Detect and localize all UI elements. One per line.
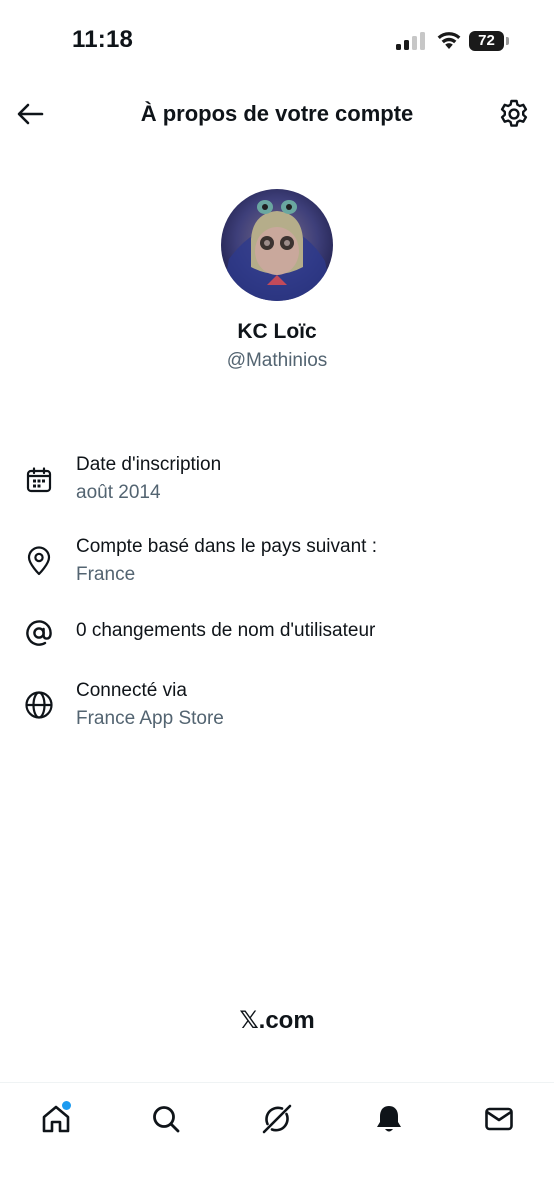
connected-value: France App Store <box>76 708 224 729</box>
location-pin-icon <box>24 546 54 576</box>
messages-icon <box>485 1107 513 1131</box>
wifi-icon <box>437 32 461 49</box>
nav-grok[interactable] <box>257 1099 297 1139</box>
page-header: À propos de votre compte <box>0 88 554 144</box>
info-row-username-changes: 0 changements de nom d'utilisateur <box>0 614 554 654</box>
avatar-image <box>221 189 333 301</box>
nav-messages[interactable] <box>479 1099 519 1139</box>
home-notification-dot <box>62 1101 71 1110</box>
connected-label: Connecté via <box>76 680 187 701</box>
search-icon <box>153 1106 180 1133</box>
settings-button[interactable] <box>496 96 532 132</box>
gear-icon <box>500 99 528 127</box>
info-row-connected: Connecté via France App Store <box>0 676 554 736</box>
country-value: France <box>76 564 136 585</box>
cellular-signal-icon <box>396 32 425 50</box>
display-name: KC Loïc <box>237 320 317 343</box>
page-title: À propos de votre compte <box>140 101 414 126</box>
info-row-joined: Date d'inscription août 2014 <box>0 450 554 510</box>
grok-icon <box>262 1104 292 1134</box>
x-com-link[interactable]: 𝕏.com <box>0 1006 554 1035</box>
bottom-nav <box>0 1082 554 1200</box>
battery-level: 72 <box>478 32 495 49</box>
joined-label: Date d'inscription <box>76 454 222 475</box>
notifications-icon <box>377 1106 401 1132</box>
joined-value: août 2014 <box>76 482 161 503</box>
nav-home[interactable] <box>36 1099 76 1139</box>
country-label: Compte basé dans le pays suivant : <box>76 536 378 557</box>
globe-icon <box>24 690 54 720</box>
info-row-country: Compte basé dans le pays suivant : Franc… <box>0 532 554 592</box>
nav-notifications[interactable] <box>369 1099 409 1139</box>
battery-indicator: 72 <box>469 31 509 51</box>
status-time: 11:18 <box>72 26 134 53</box>
nav-search[interactable] <box>146 1099 186 1139</box>
user-handle: @Mathinios <box>226 350 328 371</box>
status-bar: 11:18 72 <box>0 0 554 80</box>
username-changes-label: 0 changements de nom d'utilisateur <box>76 620 376 641</box>
avatar[interactable] <box>221 189 333 301</box>
calendar-icon <box>24 465 54 495</box>
at-sign-icon <box>24 618 54 648</box>
